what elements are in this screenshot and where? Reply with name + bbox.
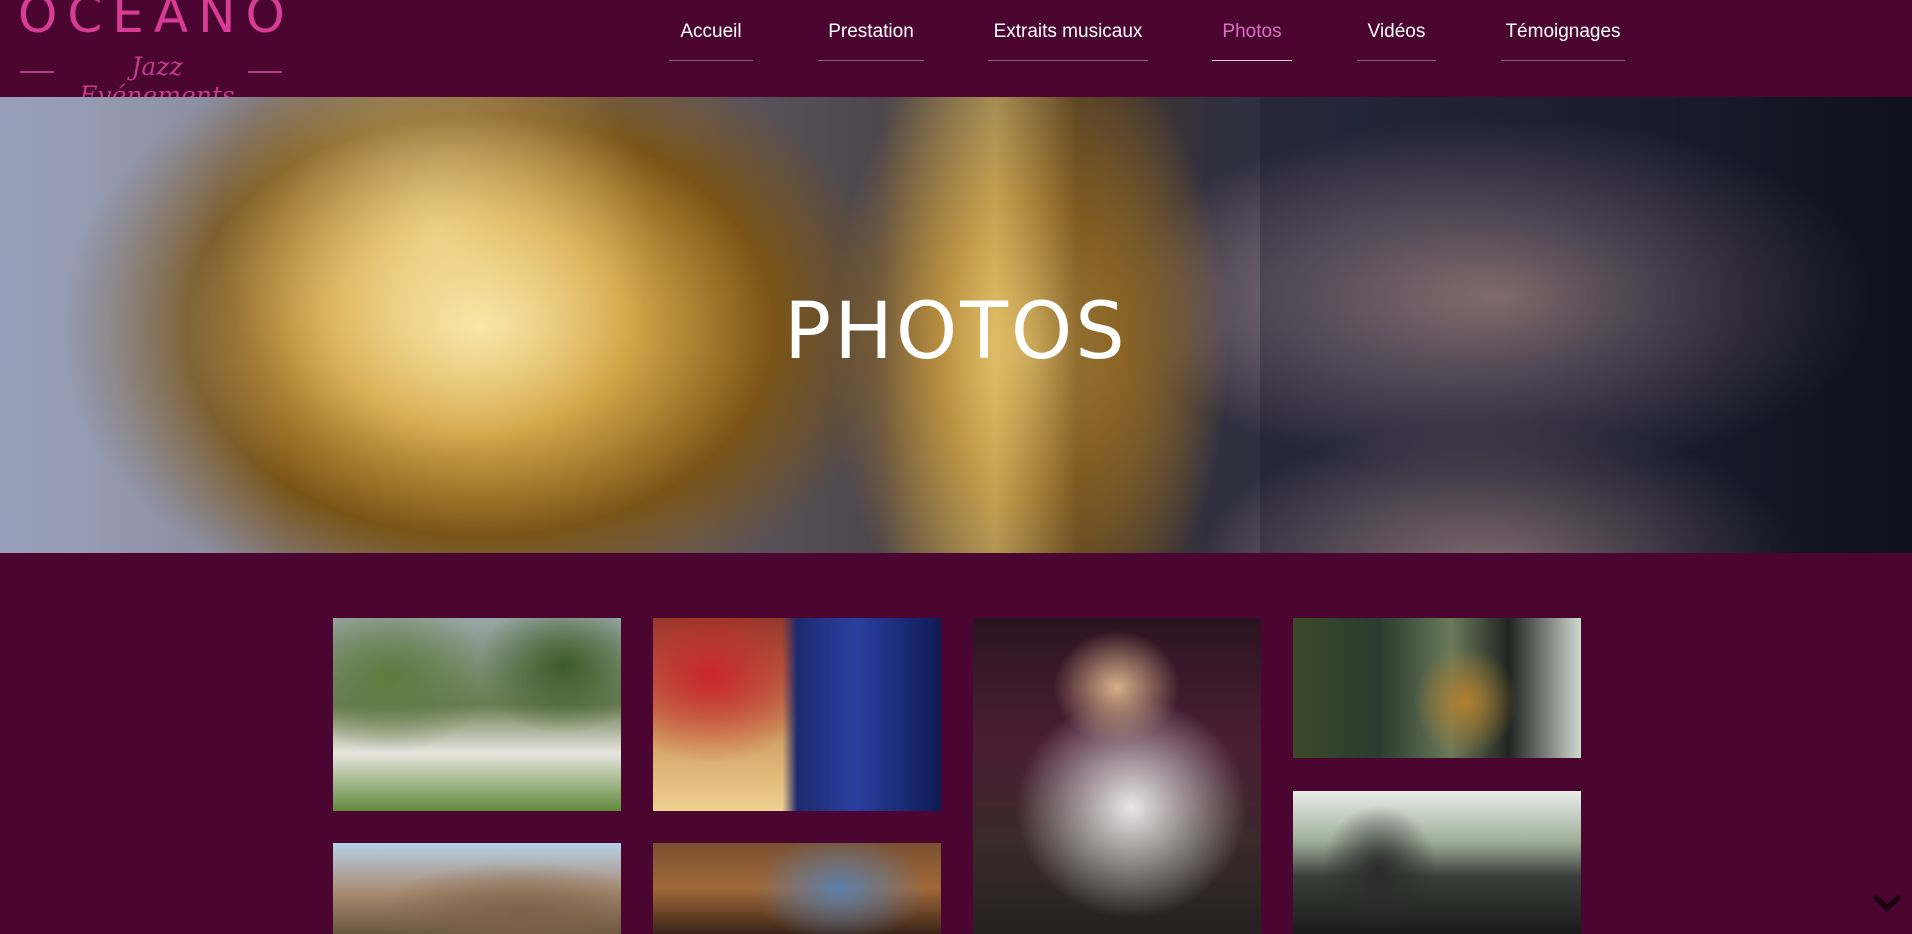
chevron-down-icon[interactable] <box>1873 893 1901 913</box>
page-title: PHOTOS <box>784 287 1128 378</box>
main-nav: Accueil Prestation Extraits musicaux Pho… <box>0 0 1912 97</box>
nav-item-videos[interactable]: Vidéos <box>1357 18 1436 61</box>
nav-item-temoignages[interactable]: Témoignages <box>1501 18 1625 61</box>
gallery-photo[interactable] <box>333 618 621 811</box>
gallery-photo[interactable] <box>973 618 1261 934</box>
nav-item-accueil[interactable]: Accueil <box>669 18 753 61</box>
nav-item-extraits-musicaux[interactable]: Extraits musicaux <box>988 18 1148 61</box>
nav-item-prestation[interactable]: Prestation <box>818 18 924 61</box>
nav-item-photos[interactable]: Photos <box>1212 18 1292 61</box>
gallery-photo[interactable] <box>653 843 941 934</box>
gallery-photo[interactable] <box>1293 791 1581 934</box>
photo-gallery <box>0 553 1912 934</box>
hero-banner: PHOTOS <box>0 97 1912 553</box>
gallery-photo[interactable] <box>653 618 941 811</box>
gallery-photo[interactable] <box>333 843 621 934</box>
gallery-photo[interactable] <box>1293 618 1581 758</box>
site-header: OCEANO Jazz Evénements Accueil Prestatio… <box>0 0 1912 110</box>
